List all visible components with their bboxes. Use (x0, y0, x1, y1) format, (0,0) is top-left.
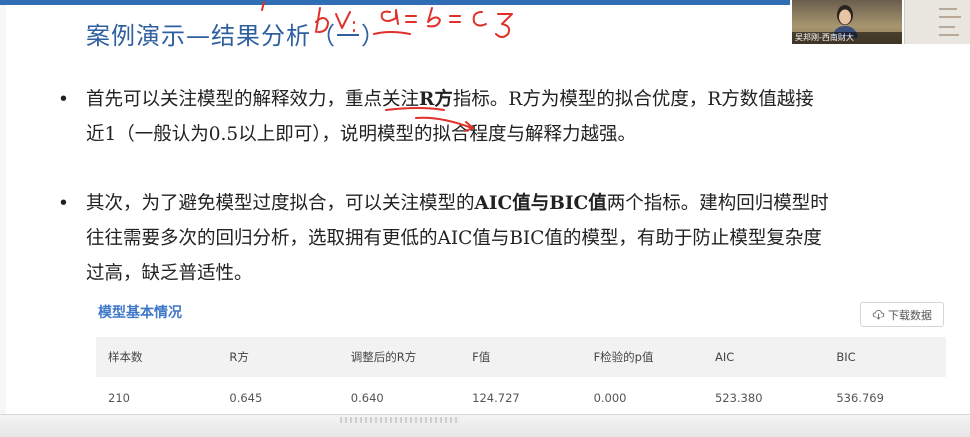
cloud-download-icon (872, 309, 885, 320)
thumbnail-line (939, 16, 961, 18)
column-header: R方 (229, 350, 249, 364)
table-cell: 0.645 (229, 391, 263, 405)
bullet-line: 近1（一般认为0.5以上即可），说明模型的拟合程度与解释力越强。 (86, 124, 636, 145)
column-header: BIC (836, 350, 856, 364)
side-thumbnail-panel (904, 0, 970, 44)
bullet-line: 往往需要多次的回归分析，选取拥有更低的AIC值与BIC值的模型，有助于防止模型复… (86, 228, 822, 249)
text-run: 指标。R方为模型的拟合优度，R方数值越接 (452, 89, 814, 110)
blurred-content (340, 417, 460, 423)
bullet-dot: • (58, 193, 69, 214)
download-data-button[interactable]: 下载数据 (860, 302, 944, 327)
table-header-row: 样本数 R方 调整后的R方 F值 F检验的p值 AIC BIC (96, 337, 946, 377)
thumbnail-line (939, 34, 959, 36)
webcam-overlay: 吴邦刚-西南财大 (792, 0, 902, 44)
table-cell: 536.769 (836, 391, 884, 405)
emphasis-aic-bic: AIC值与BIC值 (474, 193, 607, 214)
bullet-aic-bic-text: 其次，为了避免模型过度拟合，可以关注模型的AIC值与BIC值两个指标。建构回归模… (86, 186, 829, 291)
bullet-r-squared-text: 首先可以关注模型的解释效力，重点关注R方指标。R方为模型的拟合优度，R方数值越接… (86, 82, 814, 152)
column-header: AIC (714, 350, 735, 364)
text-run: 两个指标。建构回归模型时 (606, 193, 829, 214)
model-summary-title: 模型基本情况 (98, 305, 182, 321)
thumbnail-line (939, 8, 957, 10)
column-header: 调整后的R方 (350, 350, 417, 364)
table-cell: 0.000 (593, 391, 627, 405)
table-cell: 0.640 (350, 391, 384, 405)
thumbnail-line (939, 26, 955, 28)
download-data-label: 下载数据 (888, 308, 932, 322)
model-summary-table: 样本数 R方 调整后的R方 F值 F检验的p值 AIC BIC 210 0.64… (96, 337, 946, 420)
presenter-caption: 吴邦刚-西南财大 (792, 32, 902, 44)
table-cell: 523.380 (714, 391, 763, 405)
bullet-dot: • (58, 89, 69, 110)
text-run: 首先可以关注模型的解释效力，重点关注 (86, 89, 420, 110)
slide-left-edge (0, 0, 6, 436)
bullet-line: 其次，为了避免模型过度拟合，可以关注模型的AIC值与BIC值两个指标。建构回归模… (86, 186, 829, 221)
bullet-line: 过高，缺乏普适性。 (86, 263, 253, 284)
text-run: 其次，为了避免模型过度拟合，可以关注模型的 (86, 193, 475, 214)
slide-top-bar (0, 0, 790, 5)
table-cell: 210 (108, 391, 130, 405)
column-header: F检验的p值 (593, 350, 654, 364)
emphasis-r-squared: R方 (419, 89, 453, 110)
column-header: 样本数 (108, 350, 143, 364)
bullet-line: 首先可以关注模型的解释效力，重点关注R方指标。R方为模型的拟合优度，R方数值越接 (86, 82, 814, 117)
bottom-scroll-strip (0, 414, 970, 437)
column-header: F值 (472, 350, 491, 364)
table-cell: 124.727 (472, 391, 520, 405)
slide-title: 案例演示—结果分析（一） (86, 22, 386, 50)
